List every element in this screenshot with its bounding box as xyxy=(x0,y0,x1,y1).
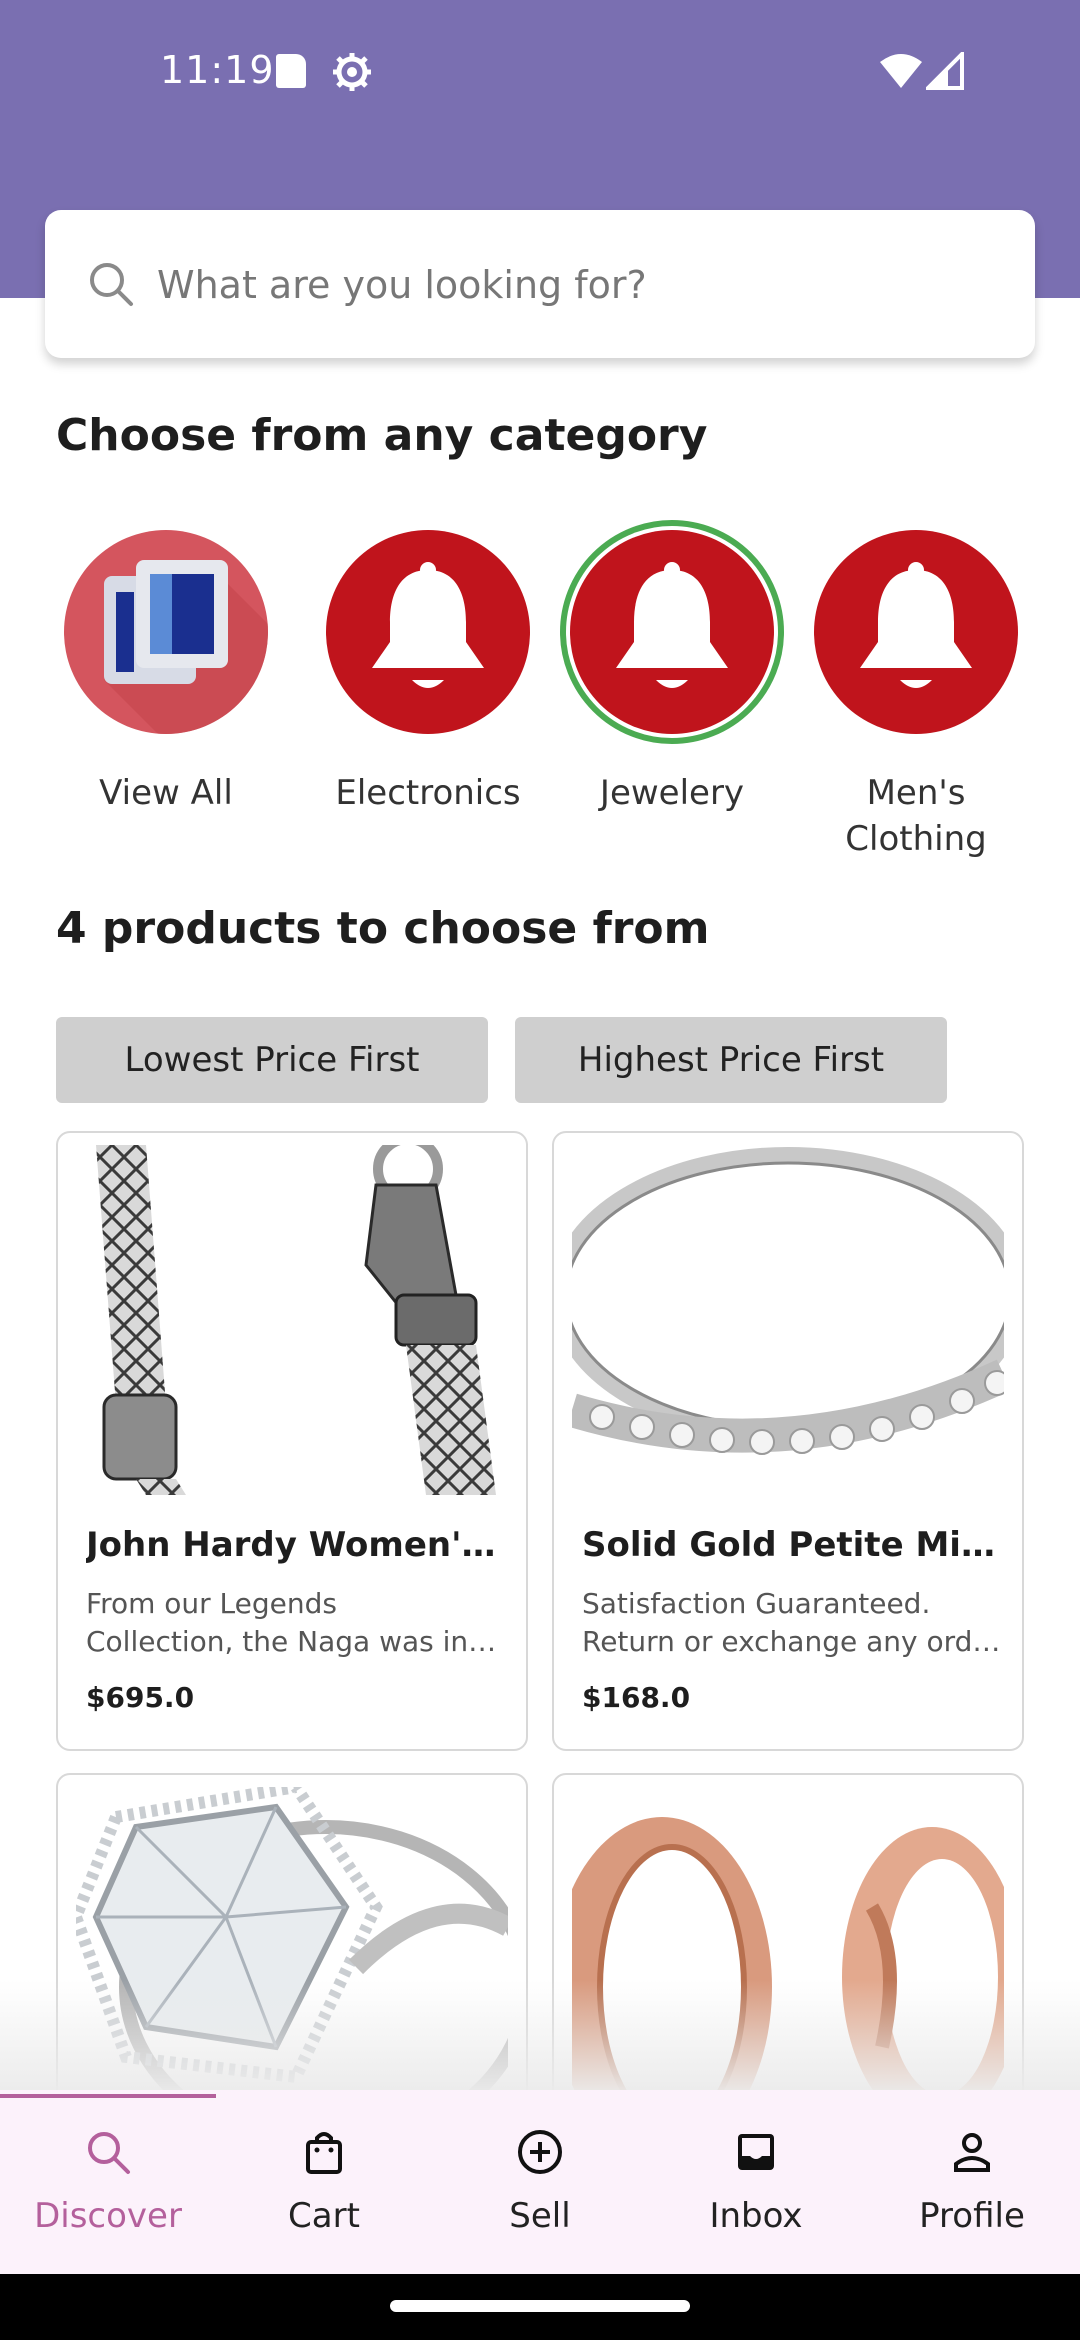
category-section-title: Choose from any category xyxy=(56,410,708,461)
inbox-icon xyxy=(738,2134,774,2170)
nav-label: Inbox xyxy=(709,2196,803,2236)
search-icon xyxy=(88,2132,130,2174)
description-line: From our Legends xyxy=(86,1587,338,1620)
bell-icon xyxy=(372,562,484,688)
category-jewelery[interactable]: Jewelery xyxy=(552,520,792,816)
sd-card-icon xyxy=(276,54,306,88)
product-image xyxy=(76,1145,508,1495)
plus-circle-icon xyxy=(518,2130,562,2174)
status-bar: 11:19 xyxy=(0,0,1080,140)
product-description: From our Legends Collection, the Naga wa… xyxy=(86,1585,506,1661)
signal-icon xyxy=(926,52,964,90)
search-icon xyxy=(90,263,133,306)
bottom-navigation: Discover Cart Sell Inbox Profile xyxy=(0,2090,1080,2274)
nav-label: Cart xyxy=(288,2196,360,2236)
product-card[interactable]: Solid Gold Petite Micropave Satisfaction… xyxy=(552,1131,1024,1751)
nav-profile[interactable]: Profile xyxy=(864,2090,1080,2274)
nav-label: Discover xyxy=(34,2196,182,2236)
sort-highest-price-button[interactable]: Highest Price First xyxy=(515,1017,947,1103)
sort-lowest-price-button[interactable]: Lowest Price First xyxy=(56,1017,488,1103)
nav-label: Sell xyxy=(509,2196,571,2236)
home-gesture-handle[interactable] xyxy=(390,2300,690,2312)
category-label: View All xyxy=(99,773,233,813)
category-view-all[interactable]: View All xyxy=(46,520,286,816)
search-input[interactable] xyxy=(157,240,997,330)
product-title: Solid Gold Petite Micropave xyxy=(582,1525,1002,1565)
view-all-icon xyxy=(64,530,268,734)
shopping-bag-icon xyxy=(306,2132,342,2174)
nav-cart[interactable]: Cart xyxy=(216,2090,432,2274)
product-card[interactable]: John Hardy Women's Legends Naga Gold & S… xyxy=(56,1131,528,1751)
product-description: Satisfaction Guaranteed. Return or excha… xyxy=(582,1585,1002,1661)
category-mens-clothing[interactable]: Men's Clothing xyxy=(796,520,1036,862)
nav-sell[interactable]: Sell xyxy=(432,2090,648,2274)
nav-inbox[interactable]: Inbox xyxy=(648,2090,864,2274)
bell-icon xyxy=(860,562,972,688)
product-title: John Hardy Women's Legends Naga Gold & S… xyxy=(86,1525,506,1565)
nav-label: Profile xyxy=(919,2196,1025,2236)
active-tab-indicator xyxy=(0,2094,216,2098)
category-label: Jewelery xyxy=(599,773,745,813)
description-line: Satisfaction Guaranteed. xyxy=(582,1587,931,1620)
status-time: 11:19 xyxy=(160,48,275,92)
gear-icon xyxy=(333,53,371,91)
description-line: Collection, the Naga was inspired by the… xyxy=(86,1625,506,1658)
nav-discover[interactable]: Discover xyxy=(0,2090,216,2274)
description-line: Return or exchange any order within 30 d… xyxy=(582,1625,1002,1658)
person-icon xyxy=(954,2133,990,2172)
products-count-title: 4 products to choose from xyxy=(56,903,710,954)
scroll-fade xyxy=(0,1980,1080,2090)
product-image xyxy=(572,1145,1004,1495)
category-label: Electronics xyxy=(335,773,521,813)
product-price: $168.0 xyxy=(582,1681,691,1714)
category-electronics[interactable]: Electronics xyxy=(308,520,548,816)
search-bar[interactable] xyxy=(45,210,1035,358)
wifi-icon xyxy=(880,54,922,88)
category-label: Men's Clothing xyxy=(845,773,987,859)
bell-icon xyxy=(616,562,728,688)
product-price: $695.0 xyxy=(86,1681,195,1714)
